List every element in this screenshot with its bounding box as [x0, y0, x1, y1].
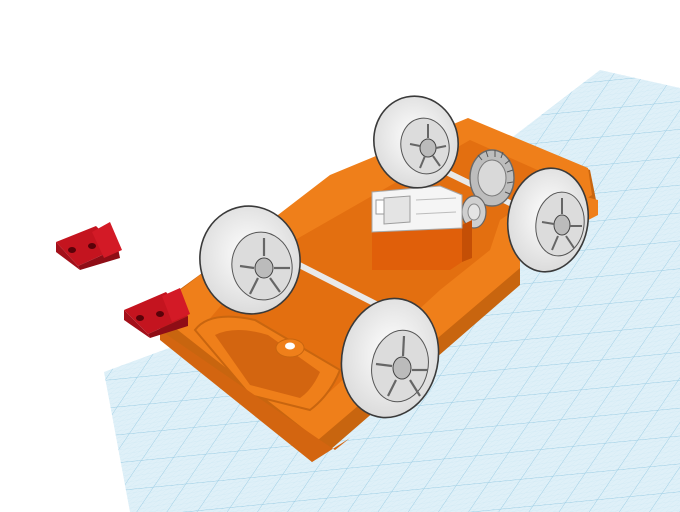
3d-viewport[interactable]	[0, 0, 680, 512]
bracket-1[interactable]	[56, 222, 122, 270]
workplane-canvas[interactable]	[0, 0, 680, 512]
motor[interactable]	[371, 185, 472, 270]
